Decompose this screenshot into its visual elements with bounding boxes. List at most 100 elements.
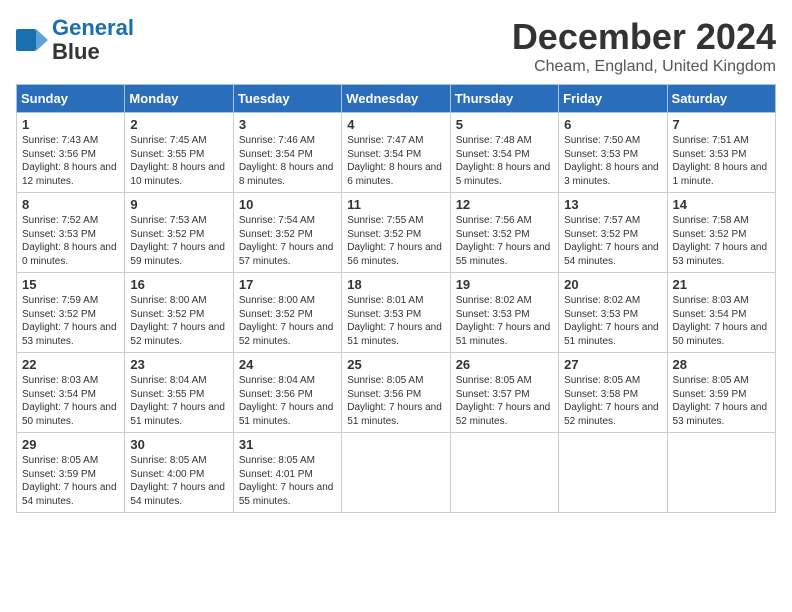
day-cell bbox=[667, 433, 775, 513]
day-info: Sunrise: 8:05 AMSunset: 4:01 PMDaylight:… bbox=[239, 454, 336, 508]
day-info: Sunrise: 8:05 AMSunset: 4:00 PMDaylight:… bbox=[130, 454, 227, 508]
week-row-1: 1 Sunrise: 7:43 AMSunset: 3:56 PMDaylight… bbox=[17, 113, 776, 193]
day-info: Sunrise: 7:50 AMSunset: 3:53 PMDaylight:… bbox=[564, 134, 661, 188]
day-info: Sunrise: 8:04 AMSunset: 3:56 PMDaylight:… bbox=[239, 374, 336, 428]
day-cell: 29Sunrise: 8:05 AMSunset: 3:59 PMDayligh… bbox=[17, 433, 125, 513]
day-cell: 11Sunrise: 7:55 AMSunset: 3:52 PMDayligh… bbox=[342, 193, 450, 273]
day-cell: 30 Sunrise: 8:05 AMSunset: 4:00 PMDayligh… bbox=[125, 433, 233, 513]
day-info: Sunrise: 7:54 AMSunset: 3:52 PMDaylight:… bbox=[239, 214, 336, 268]
day-number: 30 bbox=[130, 437, 227, 452]
logo-text: General Blue bbox=[52, 16, 134, 64]
day-cell: 3 Sunrise: 7:46 AMSunset: 3:54 PMDaylight… bbox=[233, 113, 341, 193]
header-row: SundayMondayTuesdayWednesdayThursdayFrid… bbox=[17, 85, 776, 113]
day-cell bbox=[450, 433, 558, 513]
day-number: 28 bbox=[673, 357, 770, 372]
day-info: Sunrise: 8:04 AMSunset: 3:55 PMDaylight:… bbox=[130, 374, 227, 428]
col-header-friday: Friday bbox=[559, 85, 667, 113]
day-cell: 27 Sunrise: 8:05 AMSunset: 3:58 PMDayligh… bbox=[559, 353, 667, 433]
col-header-saturday: Saturday bbox=[667, 85, 775, 113]
day-number: 20 bbox=[564, 277, 661, 292]
day-info: Sunrise: 7:43 AMSunset: 3:56 PMDaylight:… bbox=[22, 134, 119, 188]
location: Cheam, England, United Kingdom bbox=[512, 58, 776, 76]
day-number: 18 bbox=[347, 277, 444, 292]
logo-icon bbox=[16, 29, 48, 51]
day-info: Sunrise: 8:05 AMSunset: 3:56 PMDaylight:… bbox=[347, 374, 444, 428]
day-number: 15 bbox=[22, 277, 119, 292]
month-title: December 2024 bbox=[512, 16, 776, 58]
day-info: Sunrise: 7:51 AMSunset: 3:53 PMDaylight:… bbox=[673, 134, 770, 188]
page-header: General Blue December 2024 Cheam, Englan… bbox=[16, 16, 776, 76]
day-info: Sunrise: 8:00 AMSunset: 3:52 PMDaylight:… bbox=[130, 294, 227, 348]
day-cell: 1 Sunrise: 7:43 AMSunset: 3:56 PMDaylight… bbox=[17, 113, 125, 193]
day-cell: 22 Sunrise: 8:03 AMSunset: 3:54 PMDayligh… bbox=[17, 353, 125, 433]
day-cell: 8 Sunrise: 7:52 AMSunset: 3:53 PMDaylight… bbox=[17, 193, 125, 273]
day-info: Sunrise: 7:45 AMSunset: 3:55 PMDaylight:… bbox=[130, 134, 227, 188]
day-number: 24 bbox=[239, 357, 336, 372]
day-number: 17 bbox=[239, 277, 336, 292]
day-cell: 2Sunrise: 7:45 AMSunset: 3:55 PMDaylight… bbox=[125, 113, 233, 193]
day-cell: 15 Sunrise: 7:59 AMSunset: 3:52 PMDayligh… bbox=[17, 273, 125, 353]
day-number: 19 bbox=[456, 277, 553, 292]
day-cell: 4Sunrise: 7:47 AMSunset: 3:54 PMDaylight… bbox=[342, 113, 450, 193]
day-cell: 18 Sunrise: 8:01 AMSunset: 3:53 PMDayligh… bbox=[342, 273, 450, 353]
day-info: Sunrise: 7:46 AMSunset: 3:54 PMDaylight:… bbox=[239, 134, 336, 188]
day-info: Sunrise: 8:01 AMSunset: 3:53 PMDaylight:… bbox=[347, 294, 444, 348]
day-info: Sunrise: 7:58 AMSunset: 3:52 PMDaylight:… bbox=[673, 214, 770, 268]
col-header-sunday: Sunday bbox=[17, 85, 125, 113]
day-info: Sunrise: 7:59 AMSunset: 3:52 PMDaylight:… bbox=[22, 294, 119, 348]
day-number: 16 bbox=[130, 277, 227, 292]
week-row-3: 15 Sunrise: 7:59 AMSunset: 3:52 PMDayligh… bbox=[17, 273, 776, 353]
day-cell: 9 Sunrise: 7:53 AMSunset: 3:52 PMDaylight… bbox=[125, 193, 233, 273]
day-info: Sunrise: 7:53 AMSunset: 3:52 PMDaylight:… bbox=[130, 214, 227, 268]
day-info: Sunrise: 8:03 AMSunset: 3:54 PMDaylight:… bbox=[673, 294, 770, 348]
day-info: Sunrise: 7:47 AMSunset: 3:54 PMDaylight:… bbox=[347, 134, 444, 188]
day-cell bbox=[342, 433, 450, 513]
day-number: 22 bbox=[22, 357, 119, 372]
day-number: 31 bbox=[239, 437, 336, 452]
day-info: Sunrise: 8:03 AMSunset: 3:54 PMDaylight:… bbox=[22, 374, 119, 428]
day-cell: 24 Sunrise: 8:04 AMSunset: 3:56 PMDayligh… bbox=[233, 353, 341, 433]
day-number: 12 bbox=[456, 197, 553, 212]
day-cell: 19Sunrise: 8:02 AMSunset: 3:53 PMDayligh… bbox=[450, 273, 558, 353]
day-number: 3 bbox=[239, 117, 336, 132]
day-number: 29 bbox=[22, 437, 119, 452]
day-info: Sunrise: 7:48 AMSunset: 3:54 PMDaylight:… bbox=[456, 134, 553, 188]
day-number: 6 bbox=[564, 117, 661, 132]
day-cell: 25 Sunrise: 8:05 AMSunset: 3:56 PMDayligh… bbox=[342, 353, 450, 433]
week-row-5: 29Sunrise: 8:05 AMSunset: 3:59 PMDayligh… bbox=[17, 433, 776, 513]
day-number: 27 bbox=[564, 357, 661, 372]
day-cell bbox=[559, 433, 667, 513]
day-number: 9 bbox=[130, 197, 227, 212]
day-info: Sunrise: 8:05 AMSunset: 3:58 PMDaylight:… bbox=[564, 374, 661, 428]
day-number: 10 bbox=[239, 197, 336, 212]
day-cell: 6 Sunrise: 7:50 AMSunset: 3:53 PMDaylight… bbox=[559, 113, 667, 193]
day-number: 23 bbox=[130, 357, 227, 372]
day-cell: 16 Sunrise: 8:00 AMSunset: 3:52 PMDayligh… bbox=[125, 273, 233, 353]
day-number: 11 bbox=[347, 197, 444, 212]
day-info: Sunrise: 7:56 AMSunset: 3:52 PMDaylight:… bbox=[456, 214, 553, 268]
day-cell: 10 Sunrise: 7:54 AMSunset: 3:52 PMDayligh… bbox=[233, 193, 341, 273]
day-cell: 21 Sunrise: 8:03 AMSunset: 3:54 PMDayligh… bbox=[667, 273, 775, 353]
day-cell: 28Sunrise: 8:05 AMSunset: 3:59 PMDayligh… bbox=[667, 353, 775, 433]
day-info: Sunrise: 8:00 AMSunset: 3:52 PMDaylight:… bbox=[239, 294, 336, 348]
day-cell: 7 Sunrise: 7:51 AMSunset: 3:53 PMDaylight… bbox=[667, 113, 775, 193]
week-row-2: 8 Sunrise: 7:52 AMSunset: 3:53 PMDaylight… bbox=[17, 193, 776, 273]
logo: General Blue bbox=[16, 16, 134, 64]
col-header-monday: Monday bbox=[125, 85, 233, 113]
day-cell: 20Sunrise: 8:02 AMSunset: 3:53 PMDayligh… bbox=[559, 273, 667, 353]
day-cell: 14Sunrise: 7:58 AMSunset: 3:52 PMDayligh… bbox=[667, 193, 775, 273]
day-cell: 12 Sunrise: 7:56 AMSunset: 3:52 PMDayligh… bbox=[450, 193, 558, 273]
day-number: 21 bbox=[673, 277, 770, 292]
day-number: 7 bbox=[673, 117, 770, 132]
week-row-4: 22 Sunrise: 8:03 AMSunset: 3:54 PMDayligh… bbox=[17, 353, 776, 433]
day-number: 25 bbox=[347, 357, 444, 372]
col-header-wednesday: Wednesday bbox=[342, 85, 450, 113]
day-cell: 26Sunrise: 8:05 AMSunset: 3:57 PMDayligh… bbox=[450, 353, 558, 433]
day-number: 26 bbox=[456, 357, 553, 372]
day-number: 8 bbox=[22, 197, 119, 212]
day-info: Sunrise: 7:52 AMSunset: 3:53 PMDaylight:… bbox=[22, 214, 119, 268]
title-area: December 2024 Cheam, England, United Kin… bbox=[512, 16, 776, 76]
day-number: 1 bbox=[22, 117, 119, 132]
calendar-table: SundayMondayTuesdayWednesdayThursdayFrid… bbox=[16, 84, 776, 513]
day-cell: 31 Sunrise: 8:05 AMSunset: 4:01 PMDayligh… bbox=[233, 433, 341, 513]
